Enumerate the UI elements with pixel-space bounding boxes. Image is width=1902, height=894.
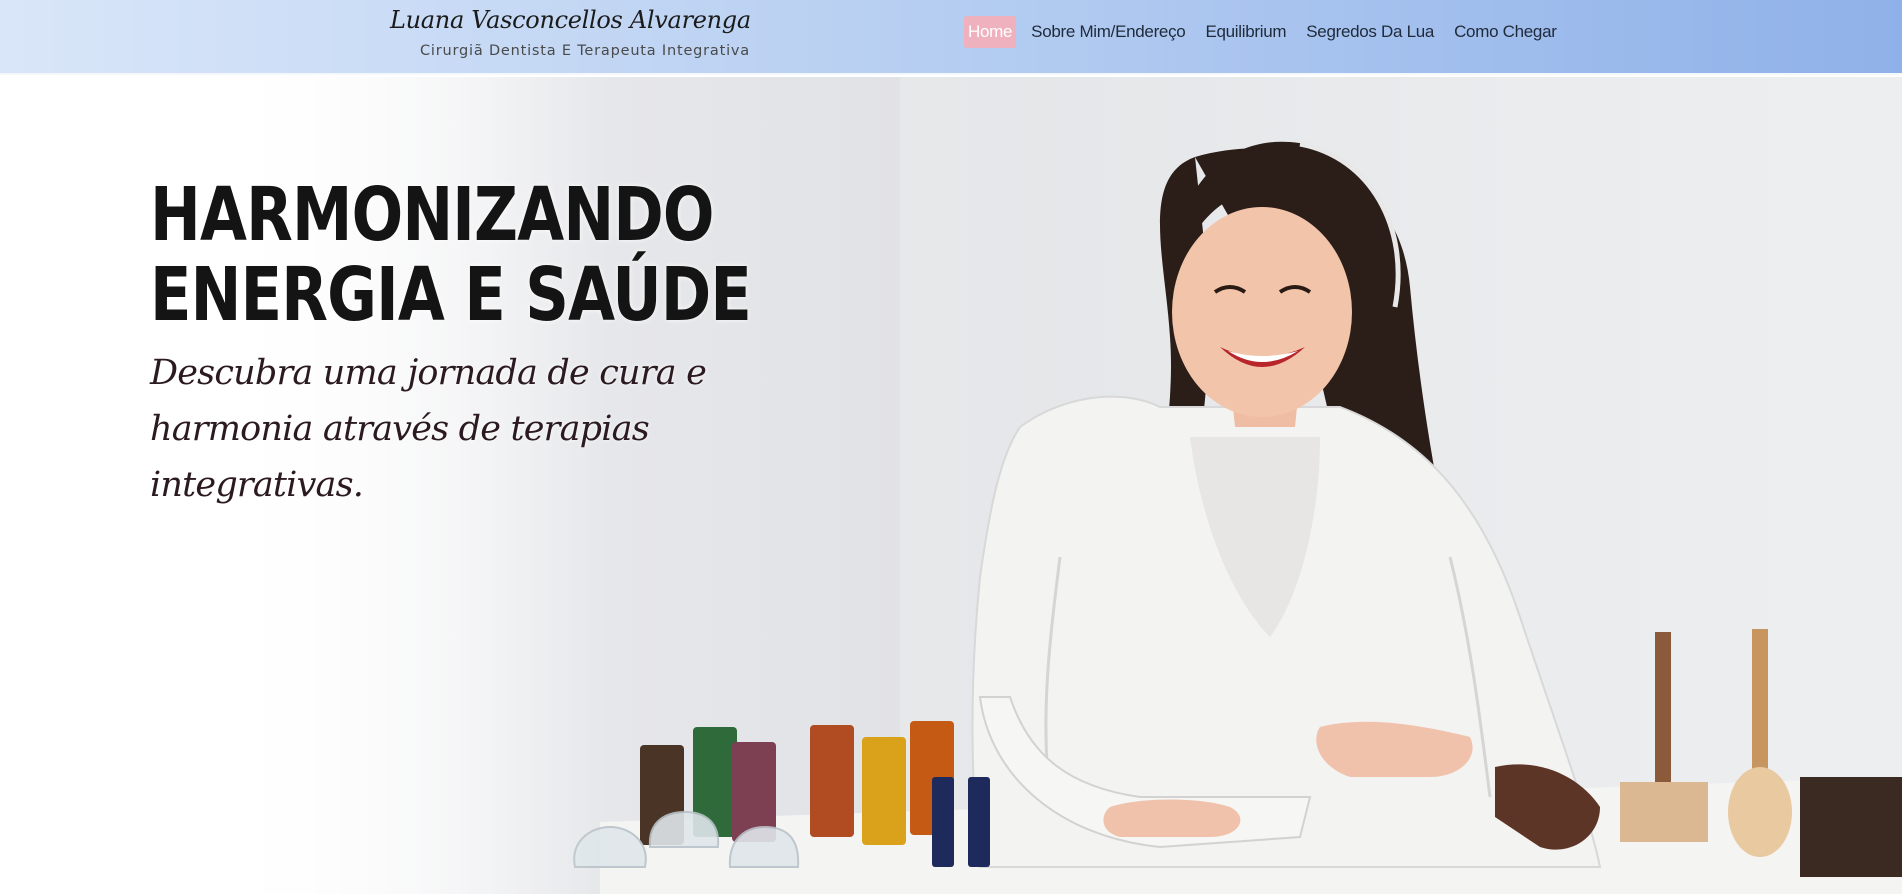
site-header: Luana Vasconcellos Alvarenga Cirurgiã De… <box>0 0 1902 75</box>
nav-item-equilibrium[interactable]: Equilibrium <box>1200 16 1291 48</box>
hero-subtitle: Descubra uma jornada de cura e harmonia … <box>150 353 707 505</box>
nav-item-segredos-da-lua[interactable]: Segredos Da Lua <box>1301 16 1439 48</box>
brand-tagline: Cirurgiã Dentista E Terapeuta Integrativ… <box>420 43 750 59</box>
hero-title-line-2: ENERGIA E SAÚDE <box>150 252 752 338</box>
hero-title: HARMONIZANDO ENERGIA E SAÚDE <box>150 172 752 338</box>
hero-title-line-1: HARMONIZANDO <box>150 172 714 258</box>
brand-name: Luana Vasconcellos Alvarenga <box>390 6 751 34</box>
nav-item-home[interactable]: Home <box>964 16 1017 48</box>
nav-item-sobre-mim[interactable]: Sobre Mim/Endereço <box>1026 16 1190 48</box>
nav-item-como-chegar[interactable]: Como Chegar <box>1449 16 1562 48</box>
main-nav: Home Sobre Mim/Endereço Equilibrium Segr… <box>964 15 1572 49</box>
brand-logo[interactable]: Luana Vasconcellos Alvarenga Cirurgiã De… <box>390 6 751 66</box>
hero-section: HARMONIZANDO ENERGIA E SAÚDE Descubra um… <box>0 77 1902 894</box>
